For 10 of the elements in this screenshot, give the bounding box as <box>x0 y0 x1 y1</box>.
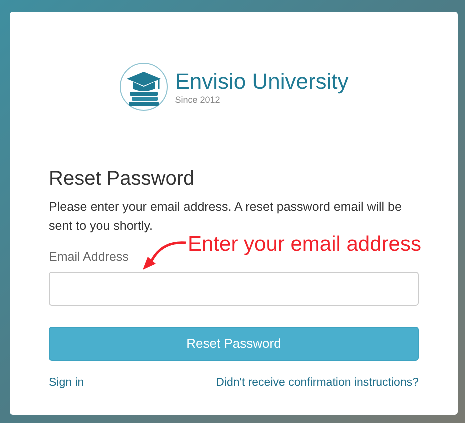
description-text: Please enter your email address. A reset password email will be sent to you shortly. <box>49 199 403 235</box>
logo-name: Envisio University <box>175 68 349 94</box>
graduation-cap-icon <box>119 62 170 112</box>
annotation-text: Enter your email address <box>188 233 422 256</box>
email-field[interactable] <box>49 272 419 306</box>
confirmation-instructions-link[interactable]: Didn't receive confirmation instructions? <box>216 375 419 392</box>
email-label: Email Address <box>49 249 129 266</box>
page-heading: Reset Password <box>49 167 196 192</box>
logo-tagline: Since 2012 <box>175 94 222 106</box>
sign-in-link[interactable]: Sign in <box>49 375 84 392</box>
